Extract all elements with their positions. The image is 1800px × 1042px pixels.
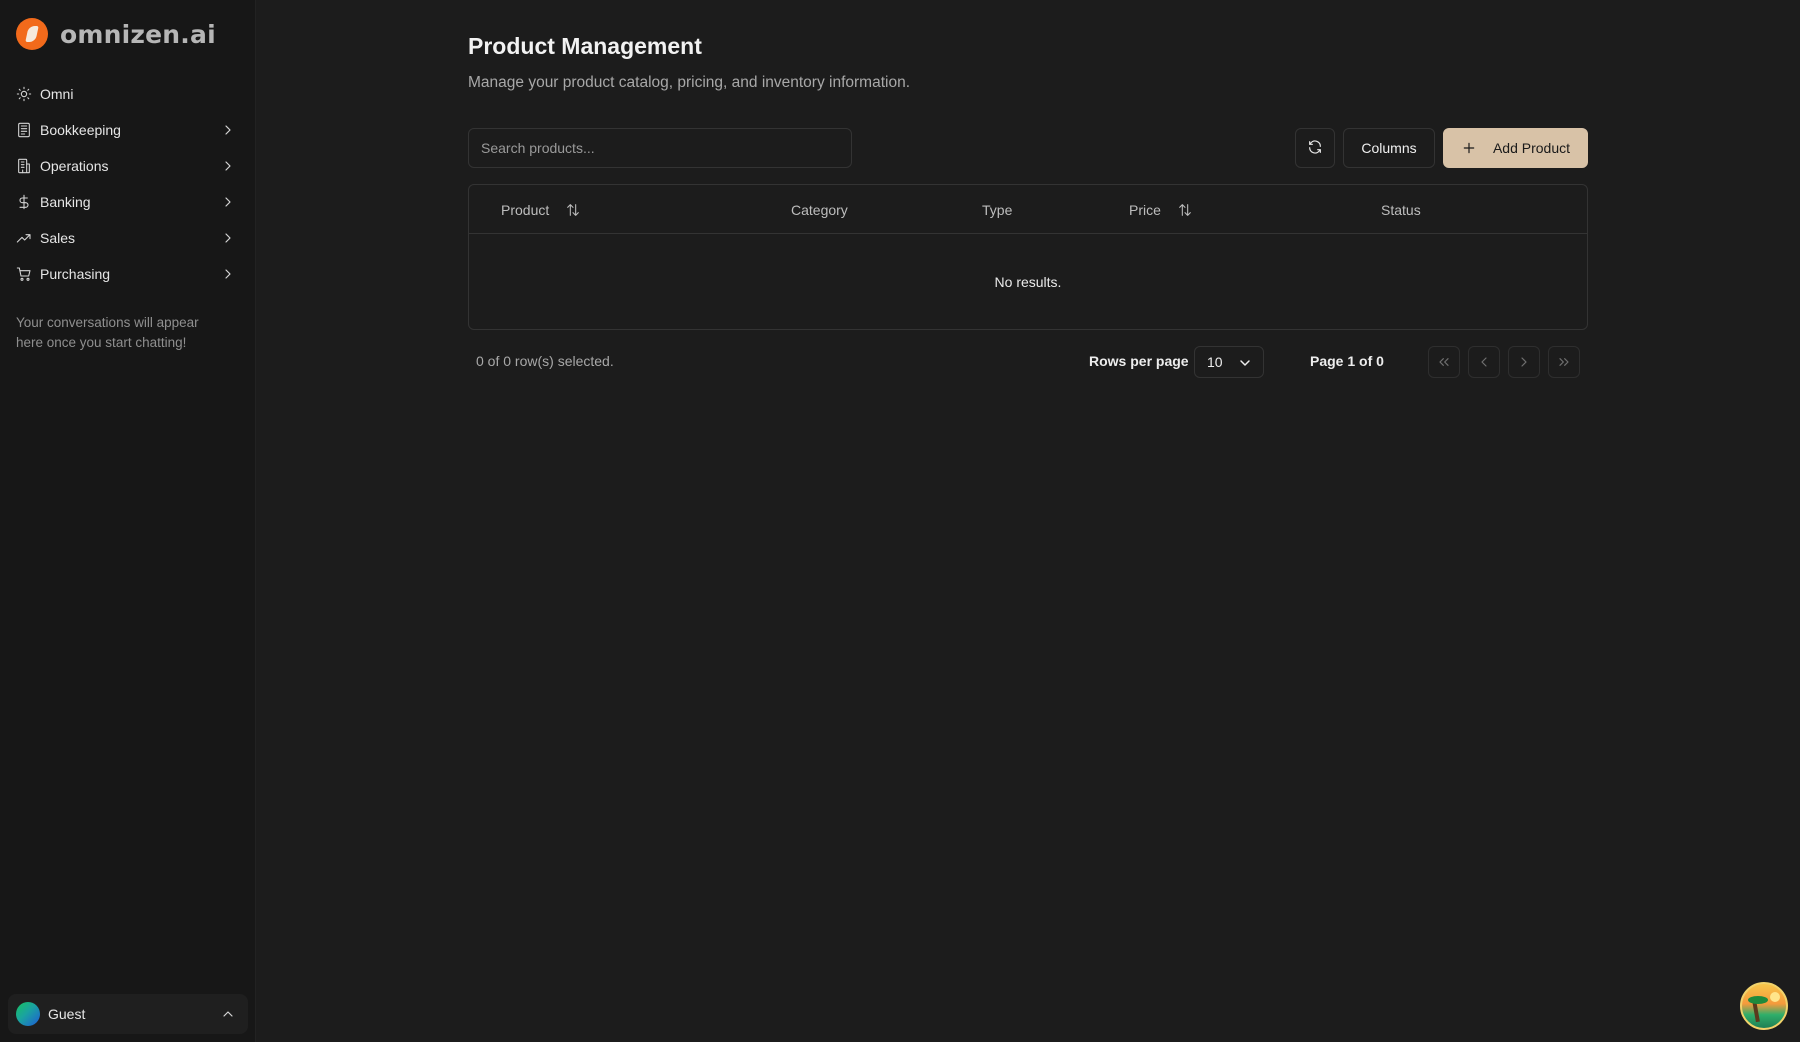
- building-icon: [16, 158, 32, 174]
- column-header-category: Category: [791, 202, 848, 218]
- last-page-button[interactable]: [1548, 346, 1580, 378]
- sidebar-item-label: Bookkeeping: [40, 122, 121, 138]
- brand-logo[interactable]: omnizen.ai: [16, 18, 216, 50]
- sidebar-item-omni[interactable]: Omni: [8, 76, 248, 112]
- brand-name: omnizen.ai: [60, 19, 216, 49]
- sidebar-item-banking[interactable]: Banking: [8, 184, 248, 220]
- sun-graphic: [1770, 992, 1780, 1002]
- conversations-empty-note: Your conversations will appear here once…: [16, 315, 199, 350]
- sidebar-item-label: Sales: [40, 230, 76, 246]
- refresh-button[interactable]: [1295, 128, 1335, 168]
- floating-assistant-button[interactable]: [1740, 982, 1788, 1030]
- add-product-button[interactable]: Add Product: [1443, 128, 1588, 168]
- sidebar-item-label: Purchasing: [40, 266, 111, 282]
- chevrons-right-icon: [1559, 358, 1569, 366]
- logo-icon: [16, 18, 48, 50]
- sort-icon: [1177, 202, 1193, 218]
- column-header-product[interactable]: Product: [501, 202, 581, 218]
- sidebar-item-bookkeeping[interactable]: Bookkeeping: [8, 112, 248, 148]
- sidebar-item-label: Banking: [40, 194, 91, 210]
- sun-icon: [16, 86, 32, 102]
- search-input[interactable]: [468, 128, 852, 168]
- column-header-type: Type: [982, 202, 1012, 218]
- chevron-right-icon: [1521, 357, 1527, 367]
- chevrons-left-icon: [1439, 358, 1449, 366]
- dollar-icon: [16, 194, 32, 210]
- refresh-icon: [1307, 139, 1323, 158]
- table-header: Product Category Type Price Status: [469, 185, 1587, 234]
- chevron-right-icon: [220, 158, 236, 174]
- empty-state: No results.: [994, 274, 1062, 290]
- chevron-left-icon: [1481, 357, 1487, 367]
- palm-leaf-graphic: [1748, 996, 1768, 1004]
- columns-button[interactable]: Columns: [1343, 128, 1435, 168]
- user-name: Guest: [48, 1006, 86, 1022]
- rows-per-page-value: 10: [1207, 354, 1223, 370]
- column-label: Price: [1129, 202, 1161, 218]
- cart-icon: [16, 266, 32, 282]
- sidebar-item-operations[interactable]: Operations: [8, 148, 248, 184]
- column-label: Product: [501, 202, 550, 218]
- column-label: Type: [982, 202, 1013, 218]
- add-product-label: Add Product: [1492, 140, 1571, 156]
- chevron-right-icon: [220, 230, 236, 246]
- chevron-up-icon: [220, 1006, 236, 1022]
- sidebar-item-purchasing[interactable]: Purchasing: [8, 256, 248, 292]
- column-header-price[interactable]: Price: [1129, 202, 1193, 218]
- sidebar-item-label: Operations: [40, 158, 109, 174]
- plus-icon: [1463, 142, 1475, 154]
- column-header-status: Status: [1381, 202, 1421, 218]
- sort-icon: [565, 202, 581, 218]
- rows-per-page-select[interactable]: 10: [1194, 346, 1264, 378]
- trending-up-icon: [16, 230, 32, 246]
- user-menu[interactable]: Guest: [8, 994, 248, 1034]
- sidebar-item-sales[interactable]: Sales: [8, 220, 248, 256]
- rows-per-page-label: Rows per page: [1089, 353, 1189, 369]
- products-table: Product Category Type Price Status No re…: [468, 184, 1588, 330]
- page-subtitle: Manage your product catalog, pricing, an…: [468, 74, 910, 91]
- chevron-right-icon: [220, 194, 236, 210]
- page-indicator: Page 1 of 0: [1310, 353, 1384, 369]
- previous-page-button[interactable]: [1468, 346, 1500, 378]
- chevron-right-icon: [220, 266, 236, 282]
- next-page-button[interactable]: [1508, 346, 1540, 378]
- sidebar-item-label: Omni: [40, 86, 74, 102]
- selection-count: 0 of 0 row(s) selected.: [476, 353, 614, 369]
- chevron-right-icon: [220, 122, 236, 138]
- ledger-icon: [16, 122, 32, 138]
- chevron-down-icon: [1237, 355, 1253, 371]
- page-title: Product Management: [468, 33, 702, 59]
- column-label: Status: [1381, 202, 1421, 218]
- first-page-button[interactable]: [1428, 346, 1460, 378]
- sidebar: omnizen.ai Omni Bookkeeping Operations B…: [0, 0, 256, 1042]
- column-label: Category: [791, 202, 848, 218]
- sidebar-nav: Omni Bookkeeping Operations Banking Sale…: [8, 76, 248, 292]
- avatar: [16, 1002, 40, 1026]
